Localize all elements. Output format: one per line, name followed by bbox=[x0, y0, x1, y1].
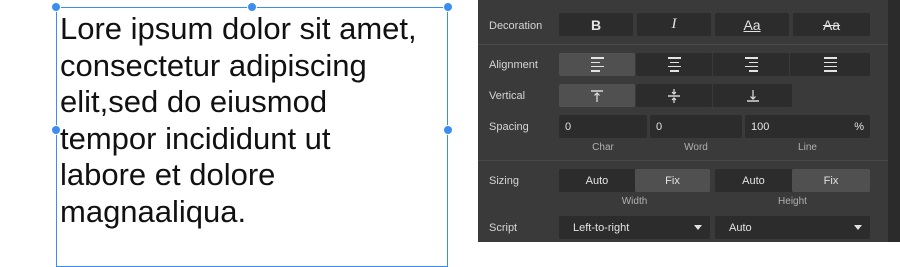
script-label: Script bbox=[489, 222, 518, 234]
height-fix-label: Fix bbox=[823, 174, 839, 187]
align-top-icon bbox=[591, 89, 603, 102]
decoration-label: Decoration bbox=[489, 20, 543, 32]
char-sublabel: Char bbox=[592, 142, 614, 153]
word-spacing-input[interactable]: 0 bbox=[650, 115, 742, 138]
align-justify-button[interactable] bbox=[790, 53, 870, 76]
align-center-button[interactable] bbox=[636, 53, 712, 76]
line-spacing-unit: % bbox=[854, 120, 864, 133]
align-right-button[interactable] bbox=[713, 53, 789, 76]
italic-icon: I bbox=[671, 16, 677, 32]
width-fix-label: Fix bbox=[665, 174, 680, 187]
text-box[interactable]: Lore ipsum dolor sit amet, consectetur a… bbox=[56, 7, 448, 267]
vertical-label: Vertical bbox=[489, 90, 526, 102]
align-right-icon bbox=[744, 56, 758, 73]
line-spacing-input[interactable]: 100 % bbox=[745, 115, 870, 138]
align-center-icon bbox=[667, 56, 681, 73]
chevron-down-icon bbox=[694, 225, 702, 230]
script-language-value: Auto bbox=[729, 221, 752, 234]
spacing-label: Spacing bbox=[489, 121, 529, 133]
width-auto-label: Auto bbox=[585, 174, 609, 187]
script-direction-select[interactable]: Left-to-right bbox=[559, 216, 710, 239]
word-spacing-value: 0 bbox=[656, 120, 663, 133]
resize-handle-top-center[interactable] bbox=[247, 2, 257, 12]
align-left-icon bbox=[590, 56, 604, 73]
underline-icon: Aa bbox=[743, 16, 761, 33]
script-language-select[interactable]: Auto bbox=[715, 216, 870, 239]
word-sublabel: Word bbox=[684, 142, 708, 153]
height-sublabel: Height bbox=[778, 196, 807, 207]
height-auto-button[interactable]: Auto bbox=[715, 169, 792, 192]
strikethrough-icon: Aa bbox=[822, 16, 841, 33]
resize-handle-middle-right[interactable] bbox=[443, 125, 453, 135]
text-box-content[interactable]: Lore ipsum dolor sit amet, consectetur a… bbox=[60, 11, 452, 230]
resize-handle-top-right[interactable] bbox=[443, 2, 453, 12]
width-fix-button[interactable]: Fix bbox=[635, 169, 710, 192]
italic-button[interactable]: I bbox=[637, 13, 711, 36]
alignment-label: Alignment bbox=[489, 59, 538, 71]
line-sublabel: Line bbox=[798, 142, 817, 153]
chevron-down-icon bbox=[854, 225, 862, 230]
resize-handle-middle-left[interactable] bbox=[51, 125, 61, 135]
line-spacing-value: 100 bbox=[751, 120, 770, 133]
bold-icon: B bbox=[590, 16, 602, 33]
canvas: Lore ipsum dolor sit amet, consectetur a… bbox=[0, 0, 478, 267]
resize-handle-top-left[interactable] bbox=[51, 2, 61, 12]
bold-button[interactable]: B bbox=[559, 13, 633, 36]
divider bbox=[478, 44, 888, 45]
height-fix-button[interactable]: Fix bbox=[792, 169, 870, 192]
divider bbox=[478, 160, 888, 161]
align-middle-icon bbox=[668, 88, 680, 103]
text-properties-panel: Decoration B I Aa Aa Alignment Vertical bbox=[478, 0, 900, 242]
width-auto-button[interactable]: Auto bbox=[559, 169, 635, 192]
vertical-top-button[interactable] bbox=[559, 84, 635, 107]
panel-scroll-edge bbox=[888, 0, 900, 242]
sizing-label: Sizing bbox=[489, 175, 519, 187]
height-auto-label: Auto bbox=[742, 174, 765, 187]
align-justify-icon bbox=[823, 56, 837, 73]
script-direction-value: Left-to-right bbox=[573, 221, 630, 234]
strikethrough-button[interactable]: Aa bbox=[793, 13, 870, 36]
vertical-middle-button[interactable] bbox=[636, 84, 712, 107]
align-left-button[interactable] bbox=[559, 53, 635, 76]
align-bottom-icon bbox=[746, 89, 759, 102]
underline-button[interactable]: Aa bbox=[715, 13, 789, 36]
char-spacing-input[interactable]: 0 bbox=[559, 115, 647, 138]
char-spacing-value: 0 bbox=[565, 120, 572, 133]
vertical-bottom-button[interactable] bbox=[713, 84, 792, 107]
width-sublabel: Width bbox=[621, 196, 648, 207]
